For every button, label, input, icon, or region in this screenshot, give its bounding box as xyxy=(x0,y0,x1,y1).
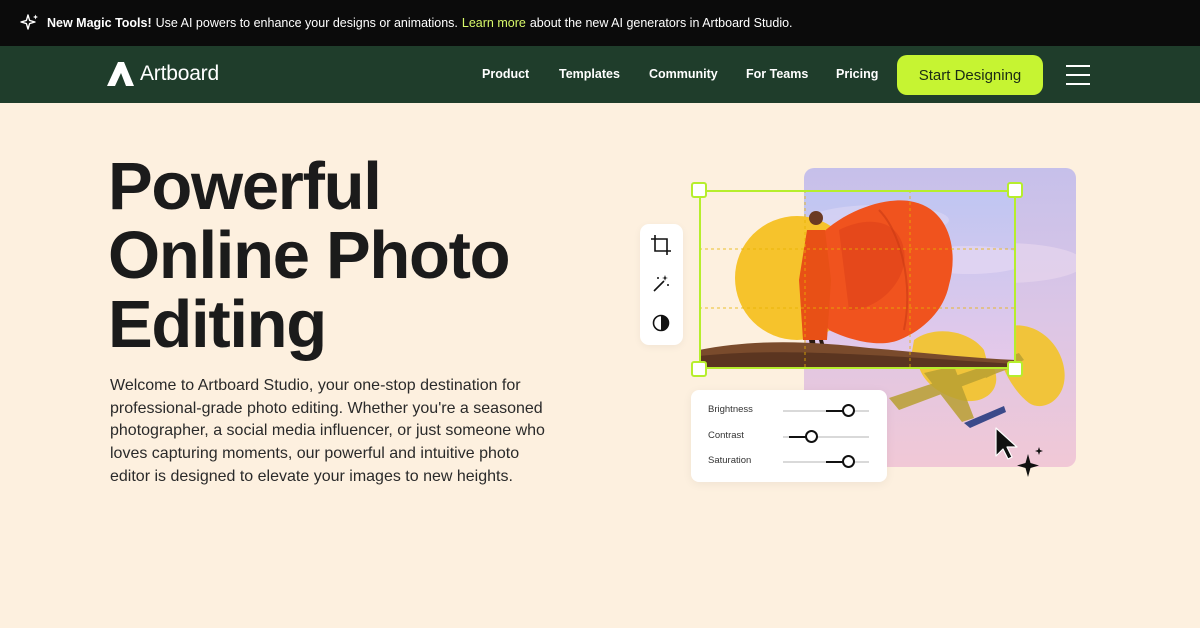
crop-handle-bottom-right[interactable] xyxy=(1007,361,1023,377)
hero-title-line: Powerful xyxy=(108,149,382,224)
nav-product[interactable]: Product xyxy=(482,67,529,81)
magic-wand-icon[interactable] xyxy=(650,273,672,295)
artboard-logo-icon xyxy=(107,62,134,86)
announcement-bar: New Magic Tools! Use AI powers to enhanc… xyxy=(0,0,1200,46)
crop-handle-top-left[interactable] xyxy=(691,182,707,198)
brand-logo[interactable]: Artboard xyxy=(107,62,219,86)
sparkle-icon xyxy=(20,13,40,33)
slider-label-brightness: Brightness xyxy=(708,404,753,415)
announcement-suffix: about the new AI generators in Artboard … xyxy=(529,16,793,30)
slider-knob[interactable] xyxy=(805,430,818,443)
slider-knob[interactable] xyxy=(842,404,855,417)
crop-frame[interactable] xyxy=(699,190,1016,369)
hero-title-line: Editing xyxy=(108,287,327,362)
announcement-title: New Magic Tools! xyxy=(47,16,152,30)
adjustment-panel: Brightness Contrast Saturation xyxy=(691,390,887,482)
learn-more-link[interactable]: Learn more xyxy=(462,16,526,30)
top-nav: Artboard Product Templates Community For… xyxy=(0,46,1200,103)
cursor-sparkle-icon xyxy=(994,426,1050,482)
slider-knob[interactable] xyxy=(842,455,855,468)
crop-icon[interactable] xyxy=(650,234,672,256)
crop-handle-top-right[interactable] xyxy=(1007,182,1023,198)
hero-title-line: Online Photo xyxy=(108,218,511,293)
slider-label-contrast: Contrast xyxy=(708,430,744,441)
announcement-text: Use AI powers to enhance your designs or… xyxy=(155,16,458,30)
tool-palette xyxy=(640,224,683,345)
contrast-icon[interactable] xyxy=(650,312,672,334)
slider-saturation[interactable] xyxy=(783,455,869,468)
hamburger-menu-icon[interactable] xyxy=(1066,65,1090,85)
brand-name: Artboard xyxy=(140,62,219,85)
slider-brightness[interactable] xyxy=(783,404,869,417)
hero-title: Powerful Online Photo Editing xyxy=(108,152,548,359)
nav-templates[interactable]: Templates xyxy=(559,67,620,81)
nav-pricing[interactable]: Pricing xyxy=(836,67,878,81)
hero-description: Welcome to Artboard Studio, your one-sto… xyxy=(110,377,545,485)
crop-handle-bottom-left[interactable] xyxy=(691,361,707,377)
slider-label-saturation: Saturation xyxy=(708,455,752,466)
slider-contrast[interactable] xyxy=(783,430,869,443)
start-designing-button[interactable]: Start Designing xyxy=(897,55,1043,95)
nav-community[interactable]: Community xyxy=(649,67,718,81)
nav-for-teams[interactable]: For Teams xyxy=(746,67,808,81)
